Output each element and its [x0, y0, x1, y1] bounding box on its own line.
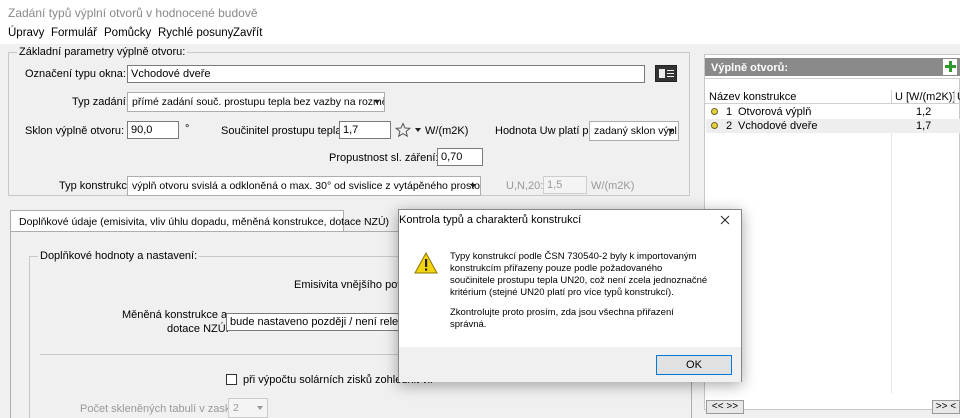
- openings-list-title: Výplně otvorů:: [711, 62, 789, 74]
- dialog: Kontrola typů a charakterů konstrukcí Ty…: [398, 209, 742, 382]
- chevron-down-icon: [668, 129, 674, 133]
- dialog-message-line: Zkontrolujte proto prosím, zda jsou všec…: [450, 307, 674, 318]
- dialog-message-2: Zkontrolujte proto prosím, zda jsou všec…: [450, 307, 738, 331]
- slope-input[interactable]: 90,0: [127, 121, 179, 139]
- dot-icon: [711, 108, 718, 115]
- un20-label: U,N,20:: [506, 180, 544, 192]
- menu-upravy[interactable]: Úpravy: [8, 27, 44, 39]
- input-type-label: Typ zadání:: [72, 96, 129, 108]
- input-type-select[interactable]: přímé zadání souč. prostupu tepla bez va…: [127, 92, 385, 112]
- slope-label: Sklon výplně otvoru:: [25, 125, 125, 137]
- slope-unit: °: [185, 123, 190, 135]
- close-icon[interactable]: [717, 212, 733, 228]
- panes-label: Počet skleněných tabulí v zasklení:: [80, 403, 252, 415]
- un20-input: 1,5: [543, 176, 587, 194]
- menu-pomucky[interactable]: Pomůcky: [104, 27, 151, 39]
- menu-zavrit[interactable]: Zavřít: [233, 27, 262, 39]
- construction-type-select[interactable]: výplň otvoru svislá a odkloněná o max. 3…: [127, 176, 481, 196]
- subsidy-label: dotace NZÚ:: [167, 323, 229, 335]
- table-row[interactable]: 2 Vchodové dveře 1,7: [706, 119, 960, 133]
- row-u: 1,2: [916, 106, 932, 118]
- extra-values-legend: Doplňkové hodnoty a nastavení:: [38, 250, 200, 262]
- card-icon[interactable]: [655, 65, 677, 82]
- ok-button[interactable]: OK: [656, 355, 732, 375]
- uw-dropdown-icon[interactable]: [415, 128, 421, 132]
- menu-bar: Úpravy Formulář Pomůcky Rychlé posuny Za…: [0, 24, 960, 44]
- uw-input[interactable]: 1,7: [339, 121, 391, 139]
- nav-left-button[interactable]: << >>: [706, 400, 744, 414]
- basic-parameters-legend: Základní parametry výplně otvoru:: [17, 46, 188, 58]
- menu-formular[interactable]: Formulář: [51, 27, 97, 39]
- chevron-down-icon: [374, 100, 380, 104]
- chevron-down-icon: [257, 406, 263, 410]
- uw-unit: W/(m2K): [425, 125, 469, 137]
- add-button[interactable]: [943, 59, 957, 75]
- column-headers: Název konstrukce U [W/(m2K)] U: [705, 90, 960, 104]
- panes-value: 2: [233, 402, 239, 414]
- dialog-message: Typy konstrukcí podle ČSN 730540-2 byly …: [450, 251, 738, 299]
- row-u: 1,7: [916, 120, 932, 132]
- column-name[interactable]: Název konstrukce: [709, 91, 796, 103]
- solar-transmittance-label: Propustnost sl. záření:: [329, 152, 439, 164]
- row-number: 2: [726, 120, 733, 132]
- uw-valid-value: zadaný sklon výpl: [594, 125, 677, 137]
- chevron-down-icon: [470, 184, 476, 188]
- row-number: 1: [726, 106, 733, 118]
- dialog-message-line: konstrukcím přiřazeny pouze podle požado…: [450, 263, 663, 274]
- row-name: Vchodové dveře: [738, 120, 818, 132]
- input-type-value: přímé zadání souč. prostupu tepla bez va…: [132, 96, 385, 108]
- dot-icon: [711, 122, 718, 129]
- window-title: Zadání typů výplní otvorů v hodnocené bu…: [0, 0, 960, 24]
- column-u[interactable]: U [W/(m2K)]: [895, 91, 956, 103]
- warning-icon: [414, 252, 438, 274]
- construction-type-value: výplň otvoru svislá a odkloněná o max. 3…: [132, 180, 480, 192]
- panes-select: 2: [228, 398, 268, 418]
- table-row[interactable]: 1 Otvorová výplň 1,2: [706, 105, 960, 119]
- solar-transmittance-input[interactable]: 0,70: [437, 148, 483, 166]
- tab-extra-data-label: Doplňkové údaje (emisivita, vliv úhlu do…: [19, 216, 390, 228]
- designation-input[interactable]: Vchodové dveře: [127, 65, 645, 83]
- nav-right-button[interactable]: >> <: [932, 400, 960, 414]
- uw-valid-label: Hodnota Uw platí pro:: [495, 125, 602, 137]
- changed-construction-select[interactable]: bude nastaveno později / není relevantní: [226, 313, 406, 331]
- designation-label: Označení typu okna:: [25, 68, 126, 80]
- dialog-footer: OK: [399, 347, 741, 382]
- row-name: Otvorová výplň: [738, 106, 812, 118]
- openings-list: Výplně otvorů: Název konstrukce U [W/(m2…: [704, 54, 960, 410]
- un20-unit: W/(m2K): [591, 180, 635, 192]
- openings-list-header: Výplně otvorů:: [705, 55, 960, 79]
- dialog-message-line: kritérium (stejné UN20 platí pro více ty…: [450, 287, 674, 298]
- dialog-message-line: Typy konstrukcí podle ČSN 730540-2 byly …: [450, 251, 697, 262]
- changed-construction-label: Měněná konstrukce a: [122, 309, 228, 321]
- dialog-message-line: součinitele prostupu tepla UN20, což nen…: [450, 275, 708, 286]
- divider: [40, 354, 398, 355]
- construction-type-label: Typ konstrukce:: [59, 180, 137, 192]
- tab-extra-data[interactable]: Doplňkové údaje (emisivita, vliv úhlu do…: [10, 210, 389, 232]
- menu-rychle-posuny[interactable]: Rychlé posuny: [158, 27, 233, 39]
- basic-parameters-group: Základní parametry výplně otvoru: Označe…: [8, 46, 690, 196]
- dialog-title: Kontrola typů a charakterů konstrukcí: [399, 214, 582, 226]
- star-icon[interactable]: [395, 122, 411, 138]
- solar-gains-checkbox[interactable]: [226, 374, 237, 385]
- dialog-message-line: správná.: [450, 319, 487, 330]
- uw-valid-select[interactable]: zadaný sklon výpl: [589, 121, 679, 141]
